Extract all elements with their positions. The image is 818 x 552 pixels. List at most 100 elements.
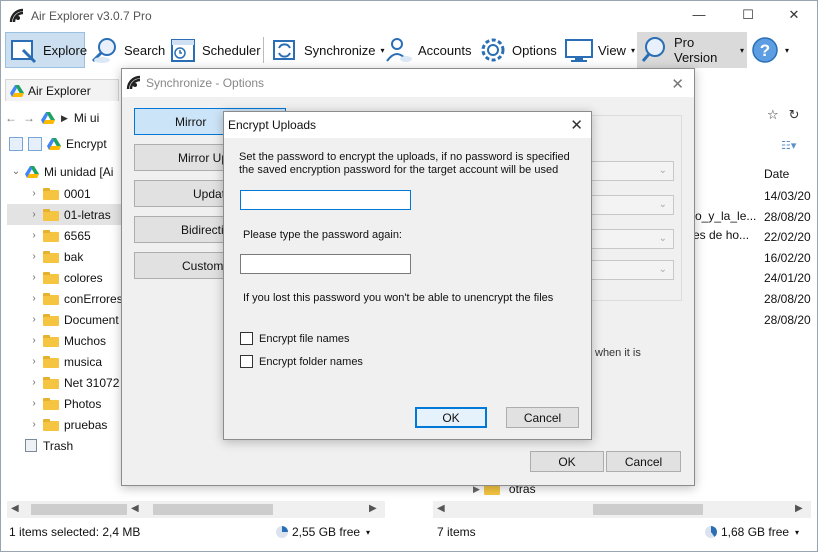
chevron-right-icon[interactable]: › [25, 356, 43, 367]
scroll-left-icon[interactable]: ◀ [437, 503, 445, 514]
sync-dialog-title-bar: Synchronize - Options ✕ [122, 69, 694, 97]
sync-dialog-title: Synchronize - Options [146, 76, 265, 90]
encrypt-folder-names-checkbox[interactable]: Encrypt folder names [240, 355, 363, 368]
tree-folder-item[interactable]: › Document [7, 309, 125, 330]
tree-toggle-icon[interactable] [9, 137, 23, 151]
tree-folder-label: Net 31072 [64, 375, 120, 390]
password-input[interactable] [240, 190, 411, 210]
synchronize-button[interactable]: Synchronize ▾ [267, 32, 385, 68]
tree-folder-item[interactable]: › pruebas [7, 414, 125, 435]
checkbox-box[interactable] [240, 332, 253, 345]
chevron-right-icon[interactable]: › [25, 419, 43, 430]
tree-folder-item[interactable]: › Muchos [7, 330, 125, 351]
folder-icon [43, 229, 59, 242]
back-arrow-icon[interactable]: ← [5, 111, 17, 125]
search-button[interactable]: Search [87, 32, 165, 68]
encrypt-cancel-button[interactable]: Cancel [506, 407, 579, 428]
tree-folder-label: bak [64, 249, 84, 264]
date-column-header[interactable]: Date [764, 167, 789, 181]
chevron-right-icon[interactable]: › [25, 335, 43, 346]
tree-folder-item[interactable]: › musica [7, 351, 125, 372]
close-icon[interactable]: ✕ [671, 75, 684, 93]
repeat-password-input[interactable] [240, 254, 411, 274]
tree-folder-label: Photos [64, 396, 102, 411]
chevron-right-icon[interactable]: › [25, 272, 43, 283]
partial-file-name[interactable]: es de ho... [693, 228, 749, 242]
chevron-right-icon[interactable]: › [25, 377, 43, 388]
scroll-thumb[interactable] [593, 504, 703, 515]
scroll-left-icon[interactable]: ◀ [11, 503, 19, 514]
refresh-icon[interactable]: ↻ [789, 107, 800, 123]
right-horizontal-scrollbar[interactable]: ◀ ▶ [433, 501, 811, 518]
pro-version-dropdown-icon[interactable]: ▾ [740, 46, 744, 55]
left-horizontal-scrollbar[interactable]: ◀ ◀ ▶ [7, 501, 385, 518]
pro-version-button[interactable]: Pro Version ▾ [637, 32, 747, 68]
file-date-cell: 28/08/20 [764, 292, 811, 306]
chevron-right-icon[interactable]: › [25, 314, 43, 325]
chevron-right-icon[interactable]: › [25, 230, 43, 241]
sync-ok-button[interactable]: OK [530, 451, 604, 472]
close-button[interactable]: ✕ [784, 6, 804, 24]
chevron-down-icon[interactable]: ⌄ [7, 166, 25, 177]
tree-folder-item[interactable]: › Photos [7, 393, 125, 414]
tree-root-item[interactable]: ⌄ Mi unidad [Ai [7, 161, 125, 182]
scroll-thumb[interactable] [153, 504, 273, 515]
tree-folder-item[interactable]: › 6565 [7, 225, 125, 246]
chevron-right-icon[interactable]: › [25, 251, 43, 262]
star-icon[interactable]: ☆ [767, 107, 779, 123]
scroll-thumb[interactable] [31, 504, 127, 515]
chevron-down-icon[interactable]: ▾ [366, 528, 370, 537]
tree-root-label: Mi unidad [Ai [44, 164, 114, 179]
explore-button[interactable]: Explore [5, 32, 87, 68]
folder-icon [43, 313, 59, 326]
file-date-cell: 14/03/20 [764, 189, 811, 203]
tree-folder-item[interactable]: › colores [7, 267, 125, 288]
sync-cancel-button[interactable]: Cancel [606, 451, 681, 472]
folder-icon [43, 334, 59, 347]
encrypt-label[interactable]: Encrypt [66, 137, 107, 151]
options-button[interactable]: Options [475, 32, 557, 68]
encrypt-file-names-checkbox[interactable]: Encrypt file names [240, 332, 349, 345]
folder-icon [43, 355, 59, 368]
chevron-right-icon[interactable]: › [25, 209, 43, 220]
new-folder-icon[interactable] [28, 137, 42, 151]
view-dropdown-icon[interactable]: ▾ [631, 46, 635, 55]
scheduler-button[interactable]: Scheduler [165, 32, 261, 68]
maximize-button[interactable]: ☐ [738, 6, 758, 24]
encrypt-ok-button[interactable]: OK [415, 407, 487, 428]
tree-folder-item[interactable]: › 01-letras [7, 204, 125, 225]
chevron-right-icon[interactable]: › [25, 188, 43, 199]
tab-air-explorer[interactable]: Air Explorer [5, 79, 119, 101]
chevron-down-icon[interactable]: ▾ [795, 528, 799, 537]
tree-folder-item[interactable]: › bak [7, 246, 125, 267]
scroll-right-icon[interactable]: ▶ [795, 503, 803, 514]
tree-folder-item[interactable]: › 0001 [7, 183, 125, 204]
accounts-button[interactable]: Accounts [381, 32, 471, 68]
synchronize-icon [273, 40, 295, 60]
file-date-cell: 28/08/20 [764, 209, 811, 224]
magnifier-icon [641, 37, 665, 62]
close-icon[interactable]: ✕ [570, 116, 583, 134]
forward-arrow-icon[interactable]: → [23, 111, 35, 125]
scroll-right-icon[interactable]: ▶ [369, 503, 377, 514]
left-free-space[interactable]: 2,55 GB free ▾ [276, 521, 370, 543]
file-date-cell: 16/02/20 [764, 250, 811, 265]
left-secondary-toolbar: Encrypt [9, 137, 107, 151]
file-date-cell: 22/02/20 [764, 230, 811, 245]
view-mode-icon[interactable]: ☷▾ [781, 139, 796, 152]
svg-text:?: ? [760, 41, 770, 60]
chevron-right-icon[interactable]: › [25, 293, 43, 304]
help-button[interactable]: ? ▾ [747, 32, 793, 68]
right-status-label: 7 items [437, 525, 476, 539]
help-dropdown-icon[interactable]: ▾ [785, 46, 789, 55]
tree-folder-item[interactable]: › conErrores [7, 288, 125, 309]
right-free-space[interactable]: 1,68 GB free ▾ [705, 521, 799, 543]
tree-folder-item[interactable]: › Net 31072 [7, 372, 125, 393]
checkbox-box[interactable] [240, 355, 253, 368]
chevron-right-icon[interactable]: › [25, 398, 43, 409]
scroll-left-icon[interactable]: ◀ [131, 503, 139, 514]
partial-file-name[interactable]: ro_y_la_le... [691, 209, 756, 223]
nav-path[interactable]: Mi ui [74, 111, 99, 125]
minimize-button[interactable]: — [689, 6, 709, 24]
view-button[interactable]: View ▾ [561, 32, 635, 68]
